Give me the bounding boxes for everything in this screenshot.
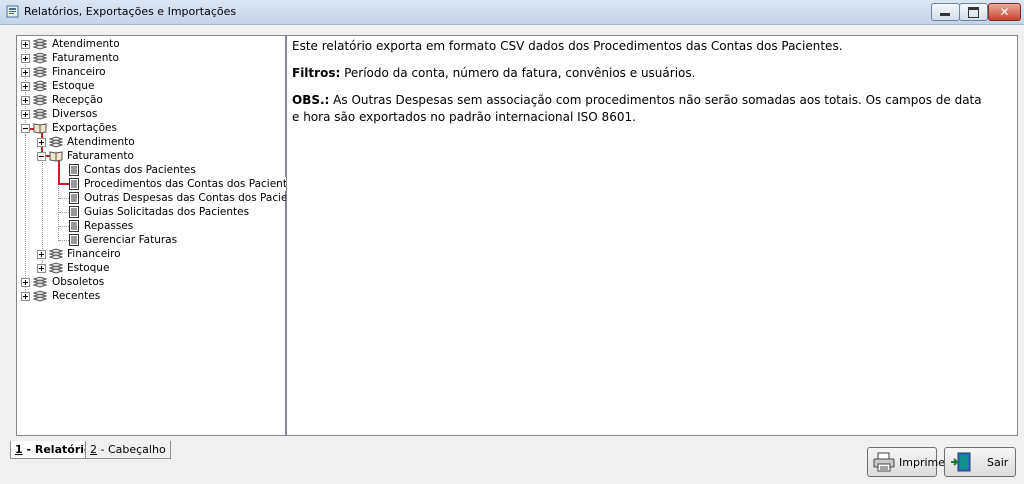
document-icon	[69, 192, 79, 204]
expand-icon[interactable]	[21, 292, 30, 301]
report-description: Este relatório exporta em formato CSV da…	[286, 35, 1018, 436]
print-button[interactable]: Imprime	[867, 447, 945, 477]
app-icon	[6, 5, 19, 18]
open-book-icon	[33, 123, 47, 134]
tree-node-label: Financeiro	[67, 248, 121, 260]
filters-label: Filtros:	[292, 66, 341, 80]
expand-icon[interactable]	[21, 82, 30, 91]
books-icon	[49, 262, 63, 274]
collapse-icon[interactable]	[37, 152, 46, 161]
close-button[interactable]: ✕	[988, 3, 1021, 21]
exit-door-icon	[951, 452, 971, 472]
document-icon	[69, 164, 79, 176]
expand-icon[interactable]	[21, 54, 30, 63]
tab-label: - Cabeçalho	[97, 443, 166, 456]
exit-label: Sair	[987, 456, 1009, 469]
description-line: Este relatório exporta em formato CSV da…	[292, 39, 843, 53]
tree-node-label: Recepção	[52, 94, 103, 106]
tab-cabecalho[interactable]: 2 - Cabeçalho	[85, 441, 171, 459]
books-icon	[33, 276, 47, 288]
books-icon	[33, 80, 47, 92]
books-icon	[33, 38, 47, 50]
tree-connector	[59, 198, 69, 199]
expand-icon[interactable]	[21, 96, 30, 105]
document-icon	[69, 178, 79, 190]
open-book-icon	[49, 151, 63, 162]
tree-node-label: Atendimento	[52, 38, 120, 50]
tree-node-label: Estoque	[67, 262, 110, 274]
tree-connector	[59, 226, 69, 227]
report-tree[interactable]: Atendimento Faturamento Financeiro Estoq…	[16, 35, 310, 436]
maximize-icon	[968, 7, 979, 18]
document-icon	[69, 206, 79, 218]
tree-report-label: Guias Solicitadas dos Pacientes	[84, 206, 250, 218]
tree-connector	[59, 212, 69, 213]
document-icon	[69, 234, 79, 246]
books-icon	[49, 136, 63, 148]
books-icon	[33, 52, 47, 64]
expand-icon[interactable]	[21, 68, 30, 77]
tree-node-label: Recentes	[52, 290, 101, 302]
document-icon	[69, 220, 79, 232]
expand-icon[interactable]	[21, 40, 30, 49]
tab-key: 1	[15, 443, 23, 456]
tree-report-label: Gerenciar Faturas	[84, 234, 178, 246]
expand-icon[interactable]	[37, 250, 46, 259]
expand-icon[interactable]	[37, 264, 46, 273]
books-icon	[33, 94, 47, 106]
books-icon	[33, 290, 47, 302]
tree-node-label: Estoque	[52, 80, 95, 92]
obs-block: OBS.: As Outras Despesas sem associação …	[292, 92, 992, 126]
printer-icon	[873, 452, 895, 472]
tree-node-label: Exportações	[52, 122, 117, 134]
obs-text: As Outras Despesas sem associação com pr…	[292, 93, 982, 124]
tab-relatorio[interactable]: 1 - Relatório	[10, 441, 97, 459]
obs-label: OBS.:	[292, 93, 330, 107]
expand-icon[interactable]	[37, 138, 46, 147]
books-icon	[33, 66, 47, 78]
title-bar: Relatórios, Exportações e Importações ✕	[0, 0, 1024, 25]
maximize-button[interactable]	[959, 3, 988, 21]
tree-node-label: Diversos	[52, 108, 98, 120]
tab-key: 2	[90, 443, 97, 456]
tree-report-label: Repasses	[84, 220, 134, 232]
filters-line: Filtros: Período da conta, número da fat…	[292, 65, 992, 82]
tree-node-label: Faturamento	[52, 52, 119, 64]
print-label: Imprime	[899, 456, 946, 469]
expand-icon[interactable]	[21, 278, 30, 287]
tree-node-label: Financeiro	[52, 66, 106, 78]
tree-connector	[25, 135, 26, 298]
tree-report-label: Contas dos Pacientes	[84, 164, 196, 176]
minimize-button[interactable]	[931, 3, 960, 21]
tree-connector	[59, 240, 69, 241]
tree-report-label: Procedimentos das Contas dos Pacientes	[84, 177, 299, 191]
window-title: Relatórios, Exportações e Importações	[24, 5, 237, 18]
books-icon	[33, 108, 47, 120]
exit-button[interactable]: Sair	[944, 447, 1016, 477]
tab-label: - Relatório	[22, 443, 92, 456]
expand-icon[interactable]	[21, 110, 30, 119]
close-icon: ✕	[999, 5, 1010, 19]
filters-text: Período da conta, número da fatura, conv…	[340, 66, 696, 80]
tree-node-label: Obsoletos	[52, 276, 105, 288]
tree-node-label: Atendimento	[67, 136, 135, 148]
collapse-icon[interactable]	[21, 124, 30, 133]
selection-path	[58, 158, 60, 185]
books-icon	[49, 248, 63, 260]
tree-report-label: Outras Despesas das Contas dos Pacientes	[84, 192, 311, 204]
minimize-icon	[940, 13, 950, 16]
tree-node-label: Faturamento	[67, 150, 134, 162]
